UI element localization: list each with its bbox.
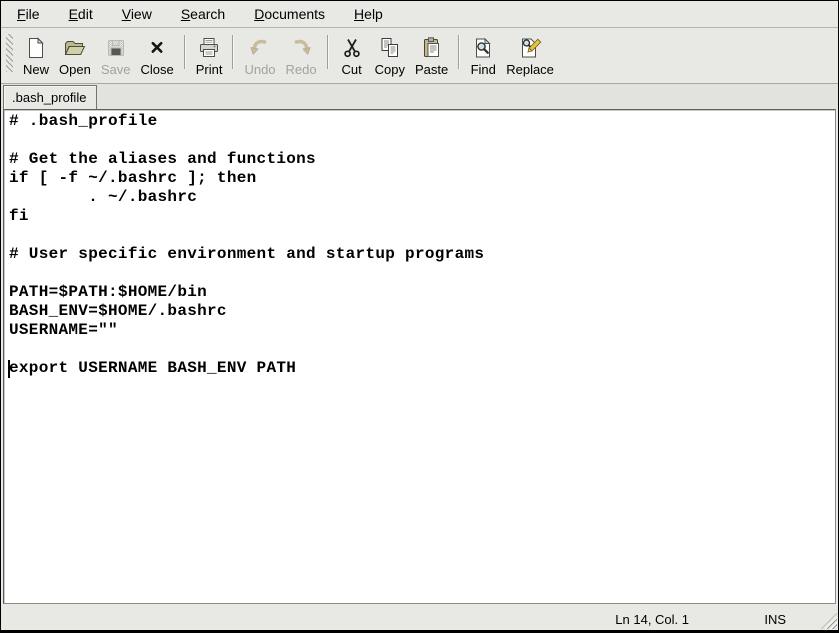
gedit-window: File Edit View Search Documents Help New: [0, 0, 839, 633]
scissors-icon: [340, 36, 364, 60]
toolbar: New Open: [1, 29, 838, 84]
find-button-label: Find: [471, 62, 496, 77]
find-button[interactable]: Find: [466, 33, 500, 79]
text-editor-area[interactable]: # .bash_profile # Get the aliases and fu…: [3, 109, 836, 604]
undo-arrow-icon: [248, 36, 272, 60]
resize-grip[interactable]: [821, 613, 837, 629]
replace-button[interactable]: Replace: [502, 33, 558, 79]
close-button-label: Close: [140, 62, 173, 77]
magnifier-doc-icon: [471, 36, 495, 60]
tab-title: .bash_profile: [12, 90, 86, 105]
save-button: Save: [97, 33, 135, 79]
toolbar-drag-handle[interactable]: [6, 34, 13, 72]
printer-icon: [197, 36, 221, 60]
editor-text: # .bash_profile # Get the aliases and fu…: [4, 110, 835, 378]
open-folder-icon: [63, 36, 87, 60]
copy-pages-icon: [378, 36, 402, 60]
redo-button-label: Redo: [286, 62, 317, 77]
menu-file[interactable]: File: [9, 2, 48, 26]
print-button-label: Print: [196, 62, 223, 77]
menu-help[interactable]: Help: [346, 2, 391, 26]
menu-edit[interactable]: Edit: [61, 2, 101, 26]
copy-button-label: Copy: [375, 62, 405, 77]
undo-button-label: Undo: [244, 62, 275, 77]
open-button-label: Open: [59, 62, 91, 77]
cut-button-label: Cut: [341, 62, 361, 77]
toolbar-separator: [184, 35, 186, 69]
new-document-icon: [24, 36, 48, 60]
paste-button[interactable]: Paste: [411, 33, 452, 79]
magnifier-pencil-icon: [518, 36, 542, 60]
tab-bash-profile[interactable]: .bash_profile: [3, 85, 97, 109]
close-x-icon: [145, 36, 169, 60]
toolbar-separator: [458, 35, 460, 69]
cut-button[interactable]: Cut: [335, 33, 369, 79]
menu-search[interactable]: Search: [173, 2, 233, 26]
menu-bar: File Edit View Search Documents Help: [1, 1, 838, 28]
text-cursor: [8, 360, 10, 378]
open-button[interactable]: Open: [55, 33, 95, 79]
status-bar: Ln 14, Col. 1 INS: [1, 609, 838, 630]
new-button[interactable]: New: [19, 33, 53, 79]
clipboard-icon: [420, 36, 444, 60]
undo-button: Undo: [240, 33, 279, 79]
toolbar-separator: [232, 35, 234, 69]
new-button-label: New: [23, 62, 49, 77]
copy-button[interactable]: Copy: [371, 33, 409, 79]
redo-button: Redo: [282, 33, 321, 79]
menu-documents[interactable]: Documents: [246, 2, 333, 26]
print-button[interactable]: Print: [192, 33, 227, 79]
toolbar-separator: [327, 35, 329, 69]
insert-mode-label: INS: [764, 612, 786, 627]
paste-button-label: Paste: [415, 62, 448, 77]
tab-bar: .bash_profile: [1, 84, 838, 109]
cursor-position-label: Ln 14, Col. 1: [615, 612, 689, 627]
close-button[interactable]: Close: [136, 33, 177, 79]
replace-button-label: Replace: [506, 62, 554, 77]
save-button-label: Save: [101, 62, 131, 77]
menu-view[interactable]: View: [114, 2, 160, 26]
redo-arrow-icon: [289, 36, 313, 60]
save-floppy-icon: [104, 36, 128, 60]
